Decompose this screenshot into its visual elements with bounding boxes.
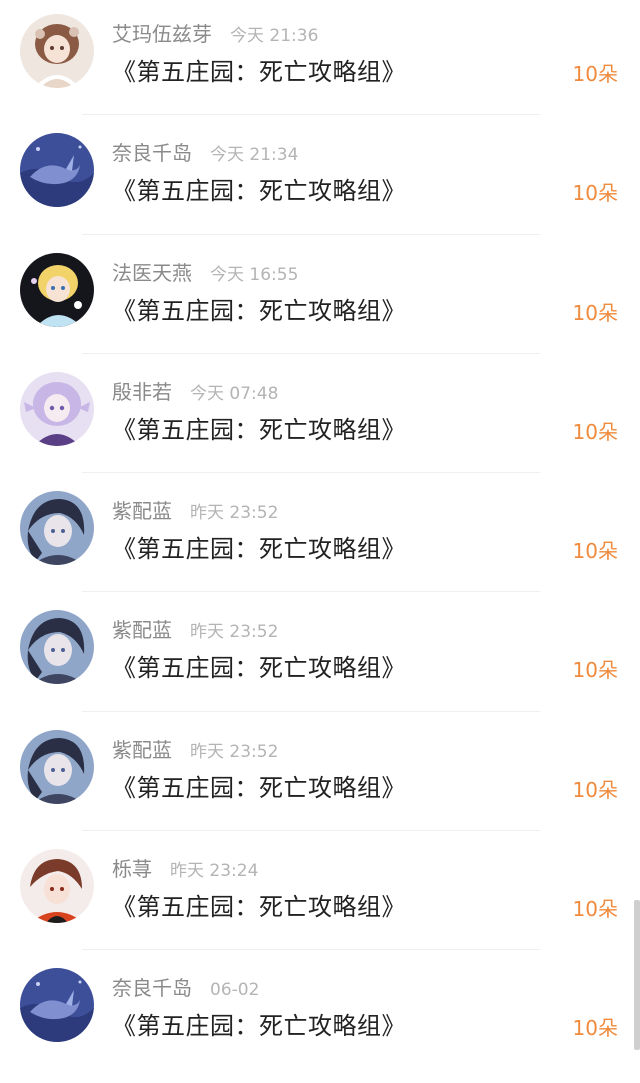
list-item[interactable]: 紫配蓝 昨天 23:52 《第五庄园：死亡攻略组》 10朵 — [0, 592, 640, 712]
gift-count: 10朵 — [572, 539, 618, 564]
list-item[interactable]: 紫配蓝 昨天 23:52 《第五庄园：死亡攻略组》 10朵 — [0, 712, 640, 832]
book-title[interactable]: 《第五庄园：死亡攻略组》 — [112, 887, 406, 922]
user-name[interactable]: 艾玛伍兹芽 — [112, 18, 212, 47]
gift-count: 10朵 — [572, 181, 618, 206]
user-name[interactable]: 奈良千岛 — [112, 137, 192, 166]
timestamp: 昨天 23:52 — [190, 503, 279, 524]
timestamp: 今天 21:34 — [210, 145, 299, 166]
book-title[interactable]: 《第五庄园：死亡攻略组》 — [112, 410, 406, 445]
book-title[interactable]: 《第五庄园：死亡攻略组》 — [112, 291, 406, 326]
user-name[interactable]: 殷非若 — [112, 376, 172, 405]
timestamp: 今天 21:36 — [230, 26, 319, 46]
timestamp: 06-02 — [210, 980, 260, 1001]
book-title[interactable]: 《第五庄园：死亡攻略组》 — [112, 1006, 406, 1041]
user-name[interactable]: 栎荨 — [112, 853, 152, 882]
list-item[interactable]: 栎荨 昨天 23:24 《第五庄园：死亡攻略组》 10朵 — [0, 831, 640, 951]
book-title[interactable]: 《第五庄园：死亡攻略组》 — [112, 52, 406, 87]
gift-count: 10朵 — [572, 300, 618, 325]
gift-count: 10朵 — [572, 419, 618, 444]
avatar[interactable] — [20, 491, 94, 566]
timestamp: 昨天 23:52 — [190, 622, 279, 643]
gift-count: 10朵 — [572, 777, 618, 802]
list-item[interactable]: 殷非若 今天 07:48 《第五庄园：死亡攻略组》 10朵 — [0, 354, 640, 474]
gift-count: 10朵 — [572, 897, 618, 922]
avatar[interactable] — [20, 133, 94, 208]
avatar[interactable] — [20, 849, 94, 924]
list-item[interactable]: 紫配蓝 昨天 23:52 《第五庄园：死亡攻略组》 10朵 — [0, 473, 640, 593]
scrollbar[interactable] — [634, 900, 640, 1050]
user-name[interactable]: 紫配蓝 — [112, 734, 172, 763]
timestamp: 今天 07:48 — [190, 383, 279, 404]
avatar[interactable] — [20, 729, 94, 804]
avatar[interactable] — [20, 14, 94, 88]
timestamp: 今天 16:55 — [210, 264, 299, 285]
user-name[interactable]: 紫配蓝 — [112, 614, 172, 643]
list-item[interactable]: 奈良千岛 06-02 《第五庄园：死亡攻略组》 10朵 — [0, 950, 640, 1069]
user-name[interactable]: 奈良千岛 — [112, 972, 192, 1001]
gift-list: 艾玛伍兹芽 今天 21:36 《第五庄园：死亡攻略组》 10朵 奈良千岛 今天 … — [0, 0, 640, 1070]
book-title[interactable]: 《第五庄园：死亡攻略组》 — [112, 529, 406, 564]
timestamp: 昨天 23:52 — [190, 741, 279, 762]
avatar[interactable] — [20, 610, 94, 685]
avatar[interactable] — [20, 252, 94, 327]
book-title[interactable]: 《第五庄园：死亡攻略组》 — [112, 648, 406, 683]
list-item[interactable]: 奈良千岛 今天 21:34 《第五庄园：死亡攻略组》 10朵 — [0, 115, 640, 235]
list-item[interactable]: 法医天燕 今天 16:55 《第五庄园：死亡攻略组》 10朵 — [0, 235, 640, 354]
avatar[interactable] — [20, 968, 94, 1043]
avatar[interactable] — [20, 371, 94, 446]
timestamp: 昨天 23:24 — [170, 861, 259, 882]
book-title[interactable]: 《第五庄园：死亡攻略组》 — [112, 768, 406, 803]
gift-count: 10朵 — [572, 658, 618, 683]
gift-count: 10朵 — [572, 62, 618, 86]
user-name[interactable]: 紫配蓝 — [112, 495, 172, 524]
gift-count: 10朵 — [572, 1016, 618, 1041]
list-item[interactable]: 艾玛伍兹芽 今天 21:36 《第五庄园：死亡攻略组》 10朵 — [0, 0, 640, 116]
user-name[interactable]: 法医天燕 — [112, 257, 192, 286]
book-title[interactable]: 《第五庄园：死亡攻略组》 — [112, 171, 406, 206]
